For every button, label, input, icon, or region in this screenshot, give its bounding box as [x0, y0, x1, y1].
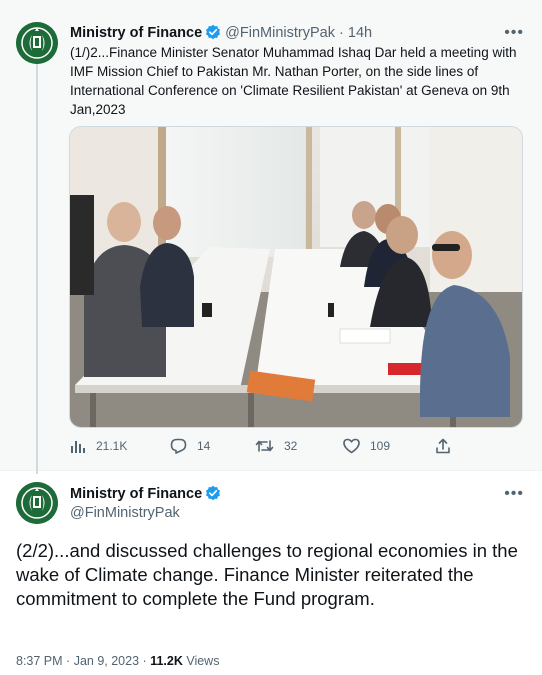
tweet-meta: 8:37 PM · Jan 9, 2023 · 11.2K Views: [16, 654, 219, 668]
tweet-date[interactable]: Jan 9, 2023: [74, 654, 139, 668]
verified-badge-icon: [205, 24, 221, 45]
separator-dot: ·: [339, 25, 344, 41]
like-count: 109: [370, 439, 391, 453]
tweet-header: Ministry of Finance: [70, 485, 221, 506]
share-action[interactable]: [435, 438, 461, 454]
avatar[interactable]: [16, 22, 58, 64]
avatar[interactable]: [16, 482, 58, 524]
meta-dot: ·: [66, 654, 71, 668]
thread-connector: [36, 64, 38, 474]
tweet-header: Ministry of Finance @FinMinistryPak · 14…: [70, 24, 372, 45]
retweet-icon: [255, 440, 274, 452]
more-icon[interactable]: •••: [504, 24, 524, 42]
like-action[interactable]: 109: [343, 438, 390, 454]
views-label: Views: [186, 654, 220, 668]
tweet-text: (2/2)...and discussed challenges to regi…: [16, 540, 518, 609]
views-count: 11.2K: [150, 654, 183, 668]
reply-icon: [170, 438, 187, 454]
like-icon: [343, 438, 360, 454]
display-name[interactable]: Ministry of Finance: [70, 25, 202, 41]
timestamp[interactable]: 14h: [348, 25, 372, 41]
display-name[interactable]: Ministry of Finance: [70, 486, 202, 502]
tweet-1[interactable]: Ministry of Finance @FinMinistryPak · 14…: [0, 0, 542, 474]
reply-count: 14: [197, 439, 211, 453]
more-icon[interactable]: •••: [504, 485, 524, 503]
verified-badge-icon: [205, 485, 221, 506]
views-action[interactable]: 21.1K: [70, 438, 127, 454]
views-count: 21.1K: [96, 439, 128, 453]
handle[interactable]: @FinMinistryPak: [225, 25, 335, 41]
share-icon: [436, 438, 450, 454]
meta-dot: ·: [142, 654, 147, 668]
handle[interactable]: @FinMinistryPak: [70, 504, 180, 522]
tweet-2[interactable]: Ministry of Finance @FinMinistryPak ••• …: [0, 471, 542, 675]
reply-action[interactable]: 14: [170, 438, 210, 454]
views-icon: [71, 441, 85, 453]
tweet-text: (1/)2...Finance Minister Senator Muhamma…: [70, 45, 517, 117]
retweet-action[interactable]: 32: [255, 438, 297, 454]
tweet-photo[interactable]: [69, 126, 523, 428]
tweet-actions: 21.1K 14 32 109: [70, 438, 530, 462]
tweet-time[interactable]: 8:37 PM: [16, 654, 63, 668]
retweet-count: 32: [284, 439, 298, 453]
